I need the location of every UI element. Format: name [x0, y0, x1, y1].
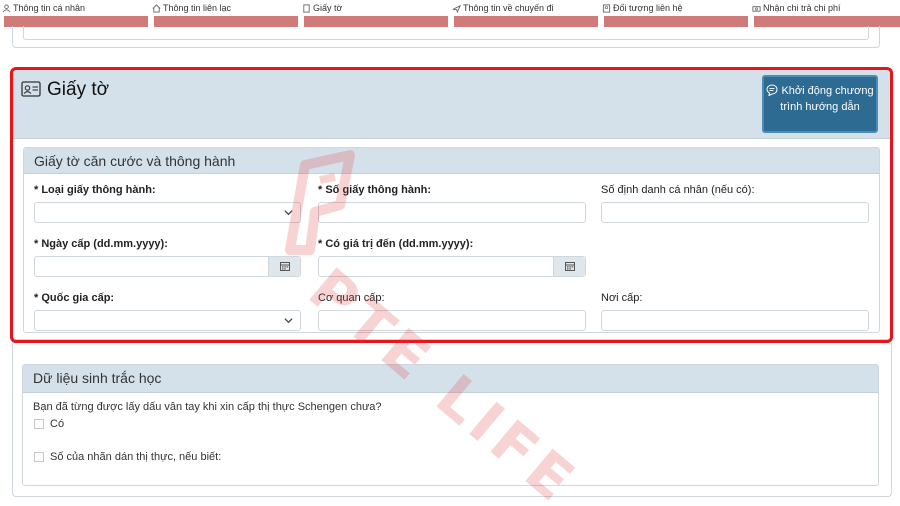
home-icon: [152, 3, 161, 13]
id-travel-docs-panel: Giấy tờ căn cước và thông hành * Loại gi…: [23, 147, 880, 333]
tab-label: Thông tin liên lạc: [163, 3, 232, 13]
issuing-country-select[interactable]: [34, 310, 301, 331]
contact-icon: [602, 3, 611, 13]
biometrics-panel: Dữ liệu sinh trắc học Bạn đã từng được l…: [22, 364, 879, 486]
issuing-authority-label: Cơ quan cấp:: [318, 292, 385, 304]
visa-sticker-checkbox[interactable]: [34, 452, 44, 462]
tab-label: Thông tin cá nhân: [13, 3, 86, 13]
calendar-icon: [565, 262, 575, 271]
start-guide-button[interactable]: Khởi động chương trình hướng dẫn: [762, 75, 878, 133]
travel-doc-number-label: * Số giấy thông hành:: [318, 184, 432, 196]
personal-id-label: Số định danh cá nhân (nếu có):: [601, 184, 755, 196]
tab-label: Thông tin về chuyến đi: [463, 3, 554, 13]
fingerprint-yes-checkbox[interactable]: [34, 419, 44, 429]
issue-date-input[interactable]: [34, 256, 301, 277]
issue-date-label: * Ngày cấp (dd.mm.yyyy):: [34, 238, 168, 250]
document-icon: [303, 3, 310, 13]
tab-label: Đối tượng liên hệ: [613, 3, 683, 13]
money-icon: [752, 5, 761, 12]
tab-cost-coverage[interactable]: Nhận chi trả chi phí: [750, 0, 900, 28]
valid-until-label: * Có giá trị đến (dd.mm.yyyy):: [318, 238, 474, 250]
calendar-icon: [280, 262, 290, 271]
travel-doc-type-select[interactable]: [34, 202, 301, 223]
valid-until-picker-button[interactable]: [553, 257, 585, 276]
plane-icon: [452, 4, 461, 13]
issuing-country-label: * Quốc gia cấp:: [34, 292, 115, 304]
previous-section-panel: [23, 26, 869, 40]
tab-trip-info[interactable]: Thông tin về chuyến đi: [450, 0, 598, 28]
visa-sticker-label: Số của nhãn dán thị thực, nếu biết:: [50, 451, 222, 463]
fingerprint-yes-label: Có: [50, 418, 65, 430]
place-of-issue-input[interactable]: [601, 310, 869, 331]
person-icon: [2, 3, 11, 12]
fingerprint-question: Bạn đã từng được lấy dấu vân tay khi xin…: [33, 401, 382, 413]
start-guide-label: Khởi động chương trình hướng dẫn: [780, 85, 874, 113]
travel-doc-number-input[interactable]: [318, 202, 586, 223]
id-travel-docs-header: Giấy tờ căn cước và thông hành: [24, 148, 879, 174]
tab-contact-person[interactable]: Đối tượng liên hệ: [600, 0, 748, 28]
previous-section-card: [12, 26, 880, 48]
issue-date-picker-button[interactable]: [268, 257, 300, 276]
tab-documents[interactable]: Giấy tờ: [300, 0, 448, 28]
id-card-icon: [21, 81, 41, 97]
tab-label: Giấy tờ: [313, 3, 343, 13]
tab-label: Nhận chi trả chi phí: [763, 3, 841, 13]
tab-contact-info[interactable]: Thông tin liên lạc: [150, 0, 298, 28]
valid-until-input[interactable]: [318, 256, 586, 277]
panel-title: Dữ liệu sinh trắc học: [33, 370, 162, 386]
chat-icon: [766, 84, 778, 96]
biometrics-header: Dữ liệu sinh trắc học: [23, 365, 878, 393]
travel-doc-type-label: * Loại giấy thông hành:: [34, 184, 156, 196]
documents-header: Giấy tờ Khởi động chương trình hướng dẫn: [13, 69, 891, 139]
chevron-down-icon: [284, 210, 293, 216]
panel-title: Giấy tờ căn cước và thông hành: [34, 153, 236, 169]
tab-personal-info[interactable]: Thông tin cá nhân: [0, 0, 148, 28]
personal-id-input[interactable]: [601, 202, 869, 223]
chevron-down-icon: [284, 318, 293, 324]
place-of-issue-label: Nơi cấp:: [601, 292, 643, 304]
documents-card: Giấy tờ Khởi động chương trình hướng dẫn…: [12, 68, 892, 340]
page-title: Giấy tờ: [47, 79, 110, 100]
issuing-authority-input[interactable]: [318, 310, 586, 331]
